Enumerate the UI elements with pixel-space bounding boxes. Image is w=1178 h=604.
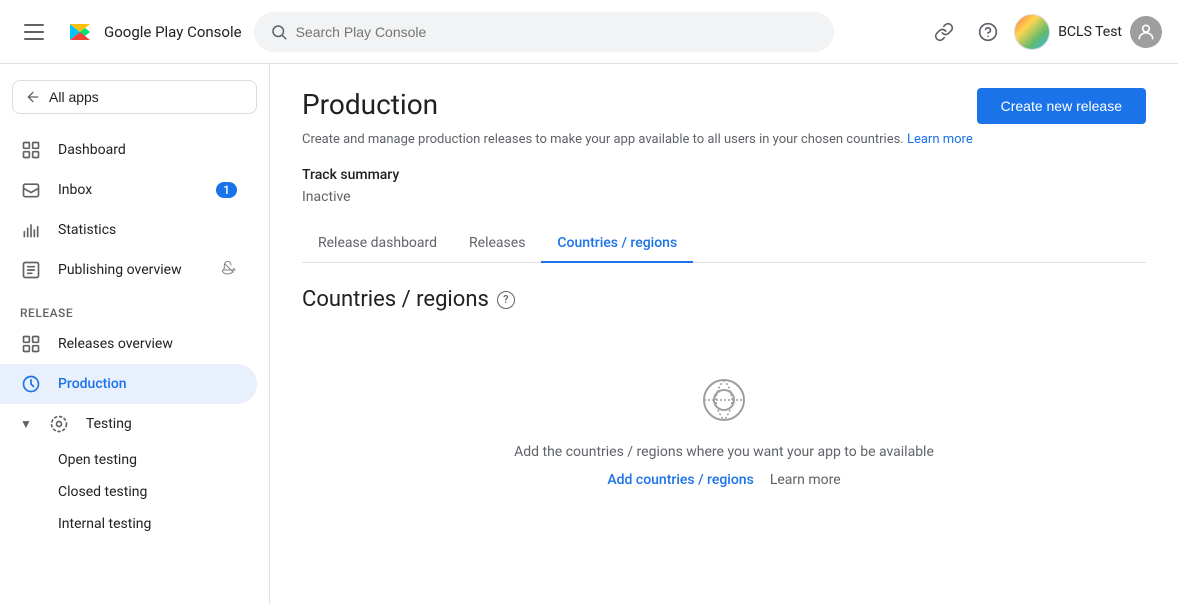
search-bar [254,12,834,52]
release-section-label: Release [0,290,269,324]
dashboard-icon [20,140,42,160]
inbox-icon [20,180,42,200]
learn-more-countries-link[interactable]: Learn more [770,472,841,488]
user-thumbnail [1014,14,1050,50]
content-area: Production Create new release Create and… [270,64,1178,604]
main-layout: All apps Dashboard Inbox 1 Statistics [0,64,1178,604]
tabs-bar: Release dashboard Releases Countries / r… [302,225,1146,263]
page-title: Production [302,88,438,121]
tab-release-dashboard[interactable]: Release dashboard [302,225,453,263]
empty-state-actions: Add countries / regions Learn more [607,472,840,488]
inbox-badge: 1 [216,182,237,198]
search-icon [270,23,288,41]
tab-releases[interactable]: Releases [453,225,541,263]
empty-state-text: Add the countries / regions where you wa… [514,444,934,460]
sidebar-item-production[interactable]: Production [0,364,257,404]
sidebar-item-releases-overview[interactable]: Releases overview [0,324,257,364]
logo-text: Google Play Console [104,23,242,41]
create-new-release-button[interactable]: Create new release [977,88,1146,124]
logo-area: Google Play Console [64,16,242,48]
empty-state-icon [700,376,748,428]
sidebar-item-publishing-overview[interactable]: Publishing overview [0,250,257,290]
empty-state: Add the countries / regions where you wa… [302,344,1146,520]
section-title: Countries / regions ? [302,287,1146,312]
releases-overview-icon [20,334,42,354]
sidebar-item-testing[interactable]: ▼ Testing [0,404,257,444]
page-description: Create and manage production releases to… [302,132,1146,147]
user-name-label: BCLS Test [1058,24,1122,40]
learn-more-link[interactable]: Learn more [907,132,973,147]
chevron-down-icon: ▼ [20,417,32,431]
search-input[interactable] [296,24,818,40]
track-summary-label: Track summary [302,167,1146,183]
mute-icon [221,260,237,280]
logo-icon [64,16,96,48]
countries-regions-section: Countries / regions ? Add the countries … [302,287,1146,520]
top-nav: Google Play Console BCLS Test [0,0,1178,64]
help-tooltip-icon[interactable]: ? [497,291,515,309]
tab-countries-regions[interactable]: Countries / regions [541,225,693,263]
sidebar-item-statistics[interactable]: Statistics [0,210,257,250]
page-header: Production Create new release [302,88,1146,124]
all-apps-button[interactable]: All apps [12,80,257,114]
user-account-icon[interactable] [1130,16,1162,48]
hamburger-button[interactable] [16,14,52,50]
production-icon [20,374,42,394]
sidebar-item-dashboard[interactable]: Dashboard [0,130,257,170]
sidebar-item-closed-testing[interactable]: Closed testing [0,476,257,508]
user-avatar-area[interactable]: BCLS Test [1014,14,1122,50]
back-icon [25,89,41,105]
help-icon-button[interactable] [970,14,1006,50]
track-status: Inactive [302,189,1146,205]
add-countries-link[interactable]: Add countries / regions [607,472,753,488]
sidebar-item-internal-testing[interactable]: Internal testing [0,508,257,540]
sidebar-item-open-testing[interactable]: Open testing [0,444,257,476]
statistics-icon [20,220,42,240]
testing-icon [48,414,70,434]
nav-icons: BCLS Test [926,14,1162,50]
publishing-icon [20,260,42,280]
link-icon-button[interactable] [926,14,962,50]
sidebar-item-inbox[interactable]: Inbox 1 [0,170,257,210]
sidebar: All apps Dashboard Inbox 1 Statistics [0,64,270,604]
